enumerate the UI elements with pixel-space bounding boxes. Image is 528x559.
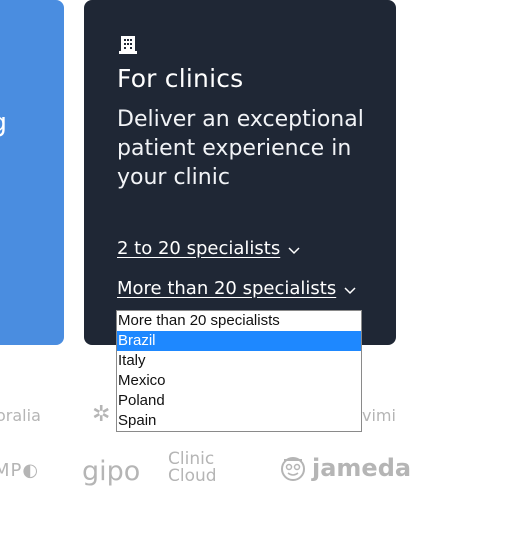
card-text-fragment: g (0, 108, 7, 138)
dropdown-option-mexico[interactable]: Mexico (117, 371, 361, 391)
dropdown-option-italy[interactable]: Italy (117, 351, 361, 371)
oralia-logo: oralia (0, 406, 41, 425)
dropdown-header-option[interactable]: More than 20 specialists (117, 311, 361, 331)
dropdown-option-spain[interactable]: Spain (117, 411, 361, 431)
card-title: For clinics (117, 64, 244, 93)
jameda-logo: jameda (280, 454, 411, 482)
vimi-logo: vimi (362, 406, 396, 425)
star-logo-icon: ✲ (92, 402, 111, 427)
dropdown-option-brazil[interactable]: Brazil (117, 331, 361, 351)
dropdown-option-poland[interactable]: Poland (117, 391, 361, 411)
mpc-logo: MP◐ (0, 460, 40, 481)
doctors-card-partial: g (0, 0, 64, 345)
clinic-cloud-logo: Clinic Cloud (168, 449, 217, 486)
gipo-logo: gipo (82, 456, 141, 487)
option-label: More than 20 specialists (117, 278, 337, 299)
country-dropdown-list[interactable]: More than 20 specialists Brazil Italy Me… (116, 310, 362, 432)
card-description: Deliver an exceptional patient experienc… (117, 107, 364, 190)
clinics-card: For clinics Deliver an exceptional patie… (84, 0, 396, 345)
option-more-than-20-specialists[interactable]: More than 20 specialists (117, 278, 356, 299)
chevron-down-icon (288, 246, 300, 254)
option-label: 2 to 20 specialists (117, 238, 281, 259)
building-icon (119, 36, 137, 54)
option-2-to-20-specialists[interactable]: 2 to 20 specialists (117, 238, 300, 259)
jameda-face-icon (281, 457, 305, 481)
chevron-down-icon (344, 286, 356, 294)
